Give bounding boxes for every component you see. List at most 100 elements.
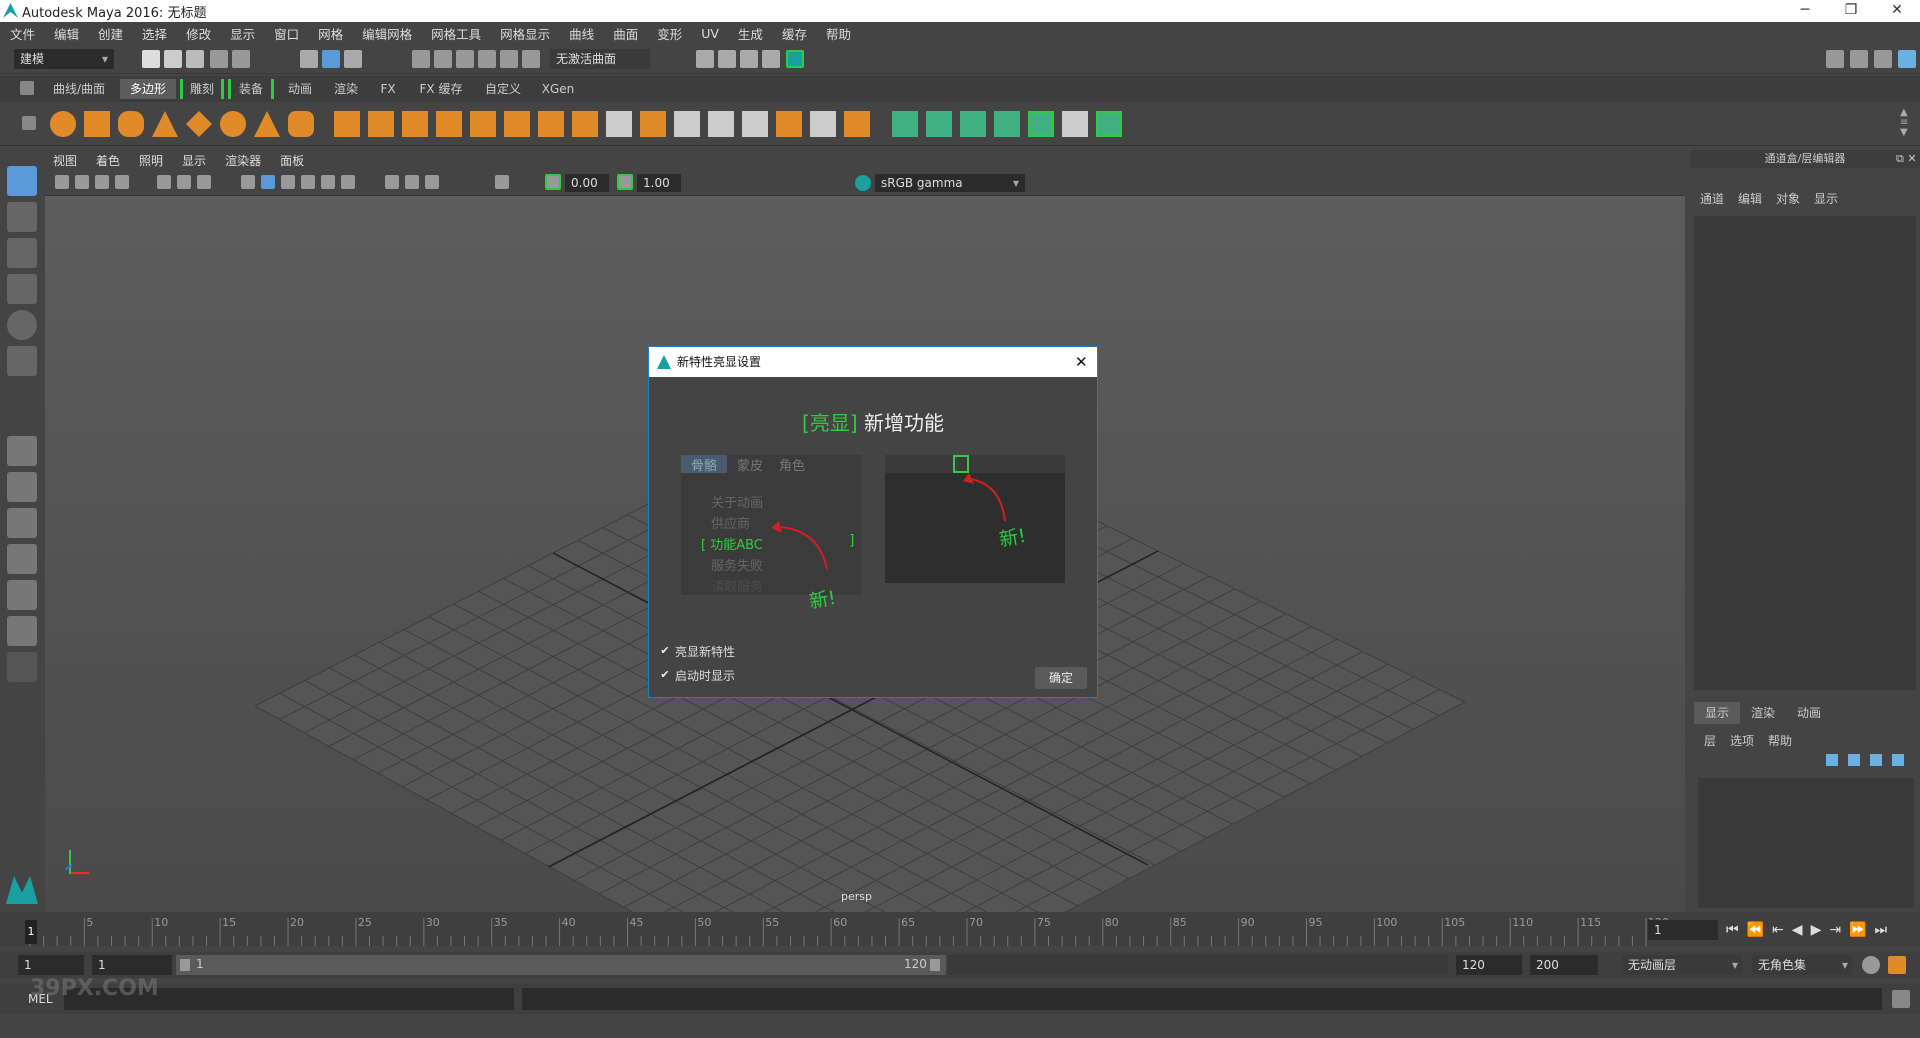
cleanup-icon[interactable] <box>844 111 870 137</box>
step-forward-key-icon[interactable]: ⏩ <box>1849 922 1866 938</box>
menu-window[interactable]: 窗口 <box>274 24 299 43</box>
snap-live-icon[interactable] <box>522 50 540 68</box>
playback-end-field[interactable]: 120 <box>1456 955 1522 975</box>
redo-icon[interactable] <box>232 50 250 68</box>
combine-icon[interactable] <box>334 111 360 137</box>
rotate-tool-icon[interactable] <box>7 310 37 340</box>
ok-button[interactable]: 确定 <box>1035 667 1087 689</box>
shelf-tab-sculpt[interactable]: 雕刻 <box>180 79 224 99</box>
time-slider[interactable]: 5 10 15 20 25 30 35 40 45 50 55 60 65 70 75 80 85 90 95 100… <box>0 912 1920 946</box>
layer-tab-display[interactable]: 显示 <box>1694 702 1740 724</box>
poly-torus-icon[interactable] <box>220 111 246 137</box>
highlight-new-checkbox[interactable]: ✔ <box>659 645 671 657</box>
anim-end-field[interactable]: 200 <box>1530 955 1598 975</box>
menu-mesh[interactable]: 网格 <box>318 24 343 43</box>
fill-hole-icon[interactable] <box>606 111 632 137</box>
separate-icon[interactable] <box>368 111 394 137</box>
layer-up-icon[interactable] <box>1826 754 1838 766</box>
layer-menu-layers[interactable]: 层 <box>1704 732 1716 749</box>
cb-menu-show[interactable]: 显示 <box>1814 190 1838 207</box>
quad-draw-icon[interactable] <box>810 111 836 137</box>
current-frame-marker[interactable]: 1 <box>25 920 37 944</box>
select-hierarchy-icon[interactable] <box>300 50 318 68</box>
film-gate-icon[interactable] <box>177 175 191 189</box>
outliner-view-icon[interactable] <box>7 544 37 574</box>
mode-select[interactable]: 建模 ▾ <box>14 49 114 69</box>
render-view-icon[interactable] <box>696 50 714 68</box>
xray-joints-icon[interactable] <box>425 175 439 189</box>
channel-box-toggle-icon[interactable] <box>1898 50 1916 68</box>
render-settings-icon[interactable] <box>762 50 780 68</box>
menu-modify[interactable]: 修改 <box>186 24 211 43</box>
textured-icon[interactable] <box>281 175 295 189</box>
close-button[interactable]: ✕ <box>1874 0 1920 22</box>
connect-icon[interactable] <box>776 111 802 137</box>
exposure-field[interactable]: 0.00 <box>565 174 609 192</box>
exposure-icon[interactable] <box>545 174 561 190</box>
tool-settings-icon[interactable] <box>1874 50 1892 68</box>
shelf-tab-curves[interactable]: 曲线/曲面 <box>44 79 114 99</box>
four-view-icon[interactable] <box>7 472 37 502</box>
menu-display[interactable]: 显示 <box>230 24 255 43</box>
reduce-icon[interactable] <box>470 111 496 137</box>
range-start-handle[interactable] <box>180 959 190 971</box>
current-frame-field[interactable]: 1 <box>1648 920 1718 940</box>
shelf-tab-animation[interactable]: 动画 <box>280 79 320 99</box>
menu-create[interactable]: 创建 <box>98 24 123 43</box>
poly-cone-icon[interactable] <box>152 111 178 137</box>
shelf-tab-xgen[interactable]: XGen <box>534 79 582 99</box>
shelf-tab-rendering[interactable]: 渲染 <box>326 79 366 99</box>
menu-edit[interactable]: 编辑 <box>54 24 79 43</box>
save-scene-icon[interactable] <box>186 50 204 68</box>
hud-icon[interactable] <box>495 175 509 189</box>
boolean-icon[interactable] <box>640 111 666 137</box>
select-object-icon[interactable] <box>322 50 340 68</box>
live-surface-field[interactable]: 无激活曲面 <box>550 49 650 69</box>
attribute-editor-icon[interactable] <box>1850 50 1868 68</box>
bridge-icon[interactable] <box>572 111 598 137</box>
menu-help[interactable]: 帮助 <box>826 24 851 43</box>
color-management-icon[interactable] <box>855 175 871 191</box>
snap-grid-icon[interactable] <box>412 50 430 68</box>
wireframe-icon[interactable] <box>241 175 255 189</box>
cb-menu-edit[interactable]: 编辑 <box>1738 190 1762 207</box>
hypershade-view-icon[interactable] <box>7 616 37 646</box>
shelf-tab-fx-cache[interactable]: FX 缓存 <box>410 79 472 99</box>
uv-spherical-icon[interactable] <box>960 111 986 137</box>
ipr-render-icon[interactable] <box>740 50 758 68</box>
range-end-handle[interactable] <box>930 959 940 971</box>
new-scene-icon[interactable] <box>142 50 160 68</box>
shelf-tab-rigging[interactable]: 装备 <box>228 79 274 99</box>
lights-icon[interactable] <box>301 175 315 189</box>
panel-menu-panels[interactable]: 面板 <box>280 152 304 169</box>
isolate-icon[interactable] <box>385 175 399 189</box>
select-tool-icon[interactable] <box>7 166 37 196</box>
panel-menu-renderer[interactable]: 渲染器 <box>225 152 261 169</box>
extrude-icon[interactable] <box>504 111 530 137</box>
layer-tab-render[interactable]: 渲染 <box>1740 702 1786 724</box>
cb-menu-channels[interactable]: 通道 <box>1700 190 1724 207</box>
anim-start-field[interactable]: 1 <box>18 955 84 975</box>
menu-curves[interactable]: 曲线 <box>569 24 594 43</box>
minimize-button[interactable]: ─ <box>1782 0 1828 22</box>
colorspace-select[interactable]: sRGB gamma ▾ <box>875 174 1025 192</box>
lasso-tool-icon[interactable] <box>7 202 37 232</box>
go-start-icon[interactable]: ⏮ <box>1726 922 1739 938</box>
poly-pipe-icon[interactable] <box>288 111 314 137</box>
step-back-icon[interactable]: ⇤ <box>1772 922 1784 938</box>
menu-edit-mesh[interactable]: 编辑网格 <box>362 24 412 43</box>
poly-cylinder-icon[interactable] <box>118 111 144 137</box>
bookmark-icon[interactable] <box>95 175 109 189</box>
uv-planar-icon[interactable] <box>892 111 918 137</box>
smooth-icon[interactable] <box>436 111 462 137</box>
hypershade-icon[interactable] <box>786 50 804 68</box>
character-set-select[interactable]: 无角色集 ▾ <box>1752 955 1852 975</box>
menu-generate[interactable]: 生成 <box>738 24 763 43</box>
panel-float-icon[interactable]: ⧉ ✕ <box>1896 152 1917 166</box>
layer-tab-anim[interactable]: 动画 <box>1786 702 1832 724</box>
menu-select[interactable]: 选择 <box>142 24 167 43</box>
playback-start-field[interactable]: 1 <box>92 955 172 975</box>
new-layer-icon[interactable] <box>1870 754 1882 766</box>
scale-tool-icon[interactable] <box>7 346 37 376</box>
menu-file[interactable]: 文件 <box>10 24 35 43</box>
